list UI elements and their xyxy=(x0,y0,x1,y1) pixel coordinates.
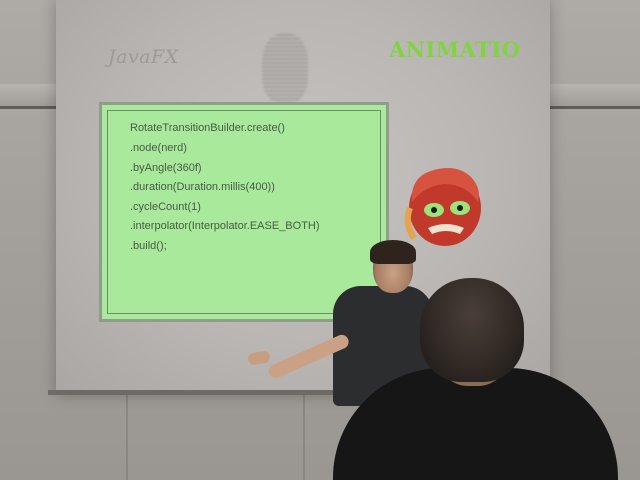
code-box: RotateTransitionBuilder.create() .node(n… xyxy=(99,102,389,322)
presenter-hair xyxy=(370,240,416,264)
code-line: .build(); xyxy=(130,240,167,252)
code-line: .node(nerd) xyxy=(130,142,187,154)
cartoon-pupil-left xyxy=(431,207,437,213)
code-line: .cycleCount(1) xyxy=(130,201,201,213)
code-line: .interpolator(Interpolator.EASE_BOTH) xyxy=(130,220,320,232)
audience-member-head xyxy=(420,278,524,382)
cartoon-pupil-right xyxy=(457,205,463,211)
photo-scene: JavaFX ANIMATION RotateTransitionBuilder… xyxy=(0,0,640,480)
slide-brand: JavaFX xyxy=(108,46,179,68)
slide-title: ANIMATION xyxy=(389,37,520,62)
wall-panel-seam xyxy=(303,395,305,480)
slide-ghost-image xyxy=(262,34,308,104)
wall-panel-seam xyxy=(126,395,128,480)
code-line: RotateTransitionBuilder.create() xyxy=(130,122,285,134)
code-line: .duration(Duration.millis(400)) xyxy=(130,181,275,193)
code-line: .byAngle(360f) xyxy=(130,162,202,174)
cartoon-nerd-icon xyxy=(404,168,481,246)
